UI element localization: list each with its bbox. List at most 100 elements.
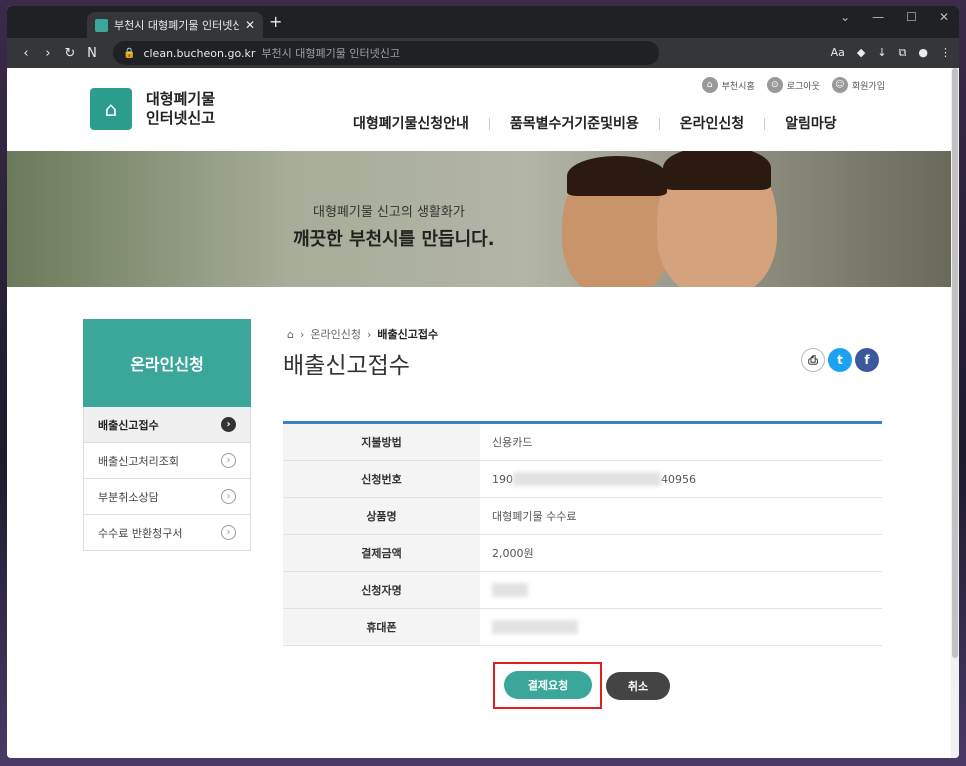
page-title: 배출신고접수 xyxy=(283,353,410,379)
url-page-title: 부천시 대형폐기물 인터넷신고 xyxy=(261,47,400,60)
lock-icon: ⊙ xyxy=(766,77,783,93)
main-nav: 대형폐기물신청안내 품목별수거기준및비용 온라인신청 알림마당 xyxy=(353,117,857,131)
row-label: 결제금액 xyxy=(283,535,480,571)
new-tab-button[interactable]: + xyxy=(269,12,282,31)
home-icon: ⌂ xyxy=(701,77,718,93)
phone-value xyxy=(480,609,882,645)
lock-icon: 🔒 xyxy=(123,47,136,59)
redacted-block xyxy=(492,620,578,634)
application-number-prefix: 190 xyxy=(492,472,513,486)
chevron-right-icon: › xyxy=(221,417,236,432)
chevron-right-icon: › xyxy=(221,489,236,504)
signup-link-label: 회원가입 xyxy=(851,81,885,92)
application-number-suffix: 40956 xyxy=(661,472,696,486)
reload-icon[interactable]: ↻ xyxy=(59,46,81,61)
sidebar-item-submit[interactable]: 배출신고접수 › xyxy=(83,407,251,443)
sidebar-item-label: 배출신고처리조회 xyxy=(98,454,179,468)
sidebar-item-refund[interactable]: 수수료 반환청구서 › xyxy=(83,515,251,551)
download-icon[interactable]: ↓ xyxy=(877,46,886,60)
application-number-value: 190 40956 xyxy=(480,461,882,497)
scrollbar-thumb[interactable] xyxy=(952,68,958,658)
twitter-icon[interactable]: t xyxy=(828,348,852,372)
toolbar: ‹ › ↻ N 🔒 clean.bucheon.go.kr 부천시 대형폐기물 … xyxy=(7,38,959,68)
sidebar-item-partial-cancel[interactable]: 부분취소상담 › xyxy=(83,479,251,515)
logout-link[interactable]: ⊙ 로그아웃 xyxy=(766,77,820,93)
chevron-right-icon: › xyxy=(221,525,236,540)
extensions: Aa ◆ ↓ ⧉ ● ⋮ xyxy=(831,46,951,60)
nav-item-pricing[interactable]: 품목별수거기준및비용 xyxy=(488,117,659,131)
pay-request-button[interactable]: 결제요청 xyxy=(504,671,592,699)
site-logo[interactable]: ⌂ 대형폐기물 인터넷신고 xyxy=(90,88,226,130)
forward-icon[interactable]: › xyxy=(37,46,59,61)
tab-title: 부천시 대형폐기물 인터넷신고 xyxy=(114,19,239,32)
window-controls: ⌄ — ☐ ✕ xyxy=(840,10,949,24)
row-label: 신청자명 xyxy=(283,572,480,608)
redacted-block xyxy=(492,583,528,597)
puzzle-icon[interactable]: ⧉ xyxy=(899,46,907,60)
menu-icon[interactable]: ⋮ xyxy=(940,46,951,60)
facebook-icon[interactable]: f xyxy=(855,348,879,372)
print-icon[interactable]: ⎙ xyxy=(801,348,825,372)
tab-search-icon[interactable]: ⌄ xyxy=(840,10,850,24)
breadcrumb-separator: › xyxy=(367,327,372,341)
close-tab-icon[interactable]: ✕ xyxy=(245,18,255,32)
url-host: clean.bucheon.go.kr xyxy=(143,46,256,60)
logo-text: 대형폐기물 인터넷신고 xyxy=(146,90,226,128)
sidebar-item-status[interactable]: 배출신고처리조회 › xyxy=(83,443,251,479)
utility-links: ⌂ 부천시홈 ⊙ 로그아웃 ☺ 회원가입 xyxy=(701,77,885,93)
home-link-label: 부천시홈 xyxy=(721,81,755,92)
amount-value: 2,000원 xyxy=(492,547,534,560)
site-favicon-icon xyxy=(95,18,108,32)
signup-link[interactable]: ☺ 회원가입 xyxy=(831,77,885,93)
minimize-icon[interactable]: — xyxy=(872,10,884,24)
row-label: 지불방법 xyxy=(283,424,480,460)
nav-item-guide[interactable]: 대형폐기물신청안내 xyxy=(353,117,489,131)
maximize-icon[interactable]: ☐ xyxy=(906,10,917,24)
logo-line1: 대형폐기물 xyxy=(146,90,216,108)
action-buttons: 결제요청 취소 xyxy=(493,662,670,709)
translate-icon[interactable]: Aa xyxy=(831,46,845,60)
hero-banner: 대형폐기물 신고의 생활화가 깨끗한 부천시를 만듭니다. xyxy=(7,151,951,287)
cancel-button[interactable]: 취소 xyxy=(606,671,670,700)
shield-icon[interactable]: ◆ xyxy=(857,46,865,60)
logo-mark-icon: ⌂ xyxy=(90,88,132,130)
nav-item-notice[interactable]: 알림마당 xyxy=(764,117,857,131)
table-row: 지불방법 신용카드 xyxy=(283,424,882,461)
share-buttons: ⎙ t f xyxy=(801,348,879,372)
payment-method-value: 신용카드 xyxy=(492,436,533,449)
close-window-icon[interactable]: ✕ xyxy=(939,10,949,24)
table-row: 신청번호 190 40956 xyxy=(283,461,882,498)
breadcrumb: ⌂ › 온라인신청 › 배출신고접수 xyxy=(287,326,438,342)
redacted-block xyxy=(513,472,661,486)
page-content: ⌂ 부천시홈 ⊙ 로그아웃 ☺ 회원가입 ⌂ 대형폐기물 인터넷신고 대형폐기물신청안… xyxy=(7,68,951,758)
applicant-name-value xyxy=(480,572,882,608)
naver-ext-icon[interactable]: N xyxy=(81,46,103,61)
table-row: 신청자명 xyxy=(283,572,882,609)
sidebar-item-label: 부분취소상담 xyxy=(98,490,159,504)
table-row: 휴대폰 xyxy=(283,609,882,646)
browser-tab[interactable]: 부천시 대형폐기물 인터넷신고 ✕ xyxy=(87,12,263,38)
payment-info-table: 지불방법 신용카드 신청번호 190 40956 상품명 대형폐기물 수수료 결… xyxy=(283,421,882,646)
hero-photo-father-hair xyxy=(663,151,771,190)
tab-bar: 부천시 대형폐기물 인터넷신고 ✕ + ⌄ — ☐ ✕ xyxy=(7,6,959,38)
product-name-value: 대형폐기물 수수료 xyxy=(492,510,577,523)
back-icon[interactable]: ‹ xyxy=(15,46,37,61)
address-bar[interactable]: 🔒 clean.bucheon.go.kr 부천시 대형폐기물 인터넷신고 xyxy=(113,41,659,65)
breadcrumb-parent[interactable]: 온라인신청 xyxy=(310,326,361,342)
nav-item-online[interactable]: 온라인신청 xyxy=(658,117,764,131)
row-label: 휴대폰 xyxy=(283,609,480,645)
hero-photo-child-hair xyxy=(567,156,667,196)
highlight-box: 결제요청 xyxy=(493,662,602,709)
breadcrumb-separator: › xyxy=(299,327,305,341)
scrollbar[interactable] xyxy=(951,68,959,758)
home-icon[interactable]: ⌂ xyxy=(287,328,294,341)
sidebar-title: 온라인신청 xyxy=(83,319,251,407)
user-icon: ☺ xyxy=(831,77,848,93)
sidebar-item-label: 배출신고접수 xyxy=(98,418,159,432)
profile-icon[interactable]: ● xyxy=(918,46,928,60)
hero-line1: 대형폐기물 신고의 생활화가 xyxy=(313,205,465,220)
breadcrumb-current: 배출신고접수 xyxy=(377,328,439,341)
row-label: 상품명 xyxy=(283,498,480,534)
browser-window: 부천시 대형폐기물 인터넷신고 ✕ + ⌄ — ☐ ✕ ‹ › ↻ N 🔒 cl… xyxy=(7,6,959,758)
home-link[interactable]: ⌂ 부천시홈 xyxy=(701,77,755,93)
